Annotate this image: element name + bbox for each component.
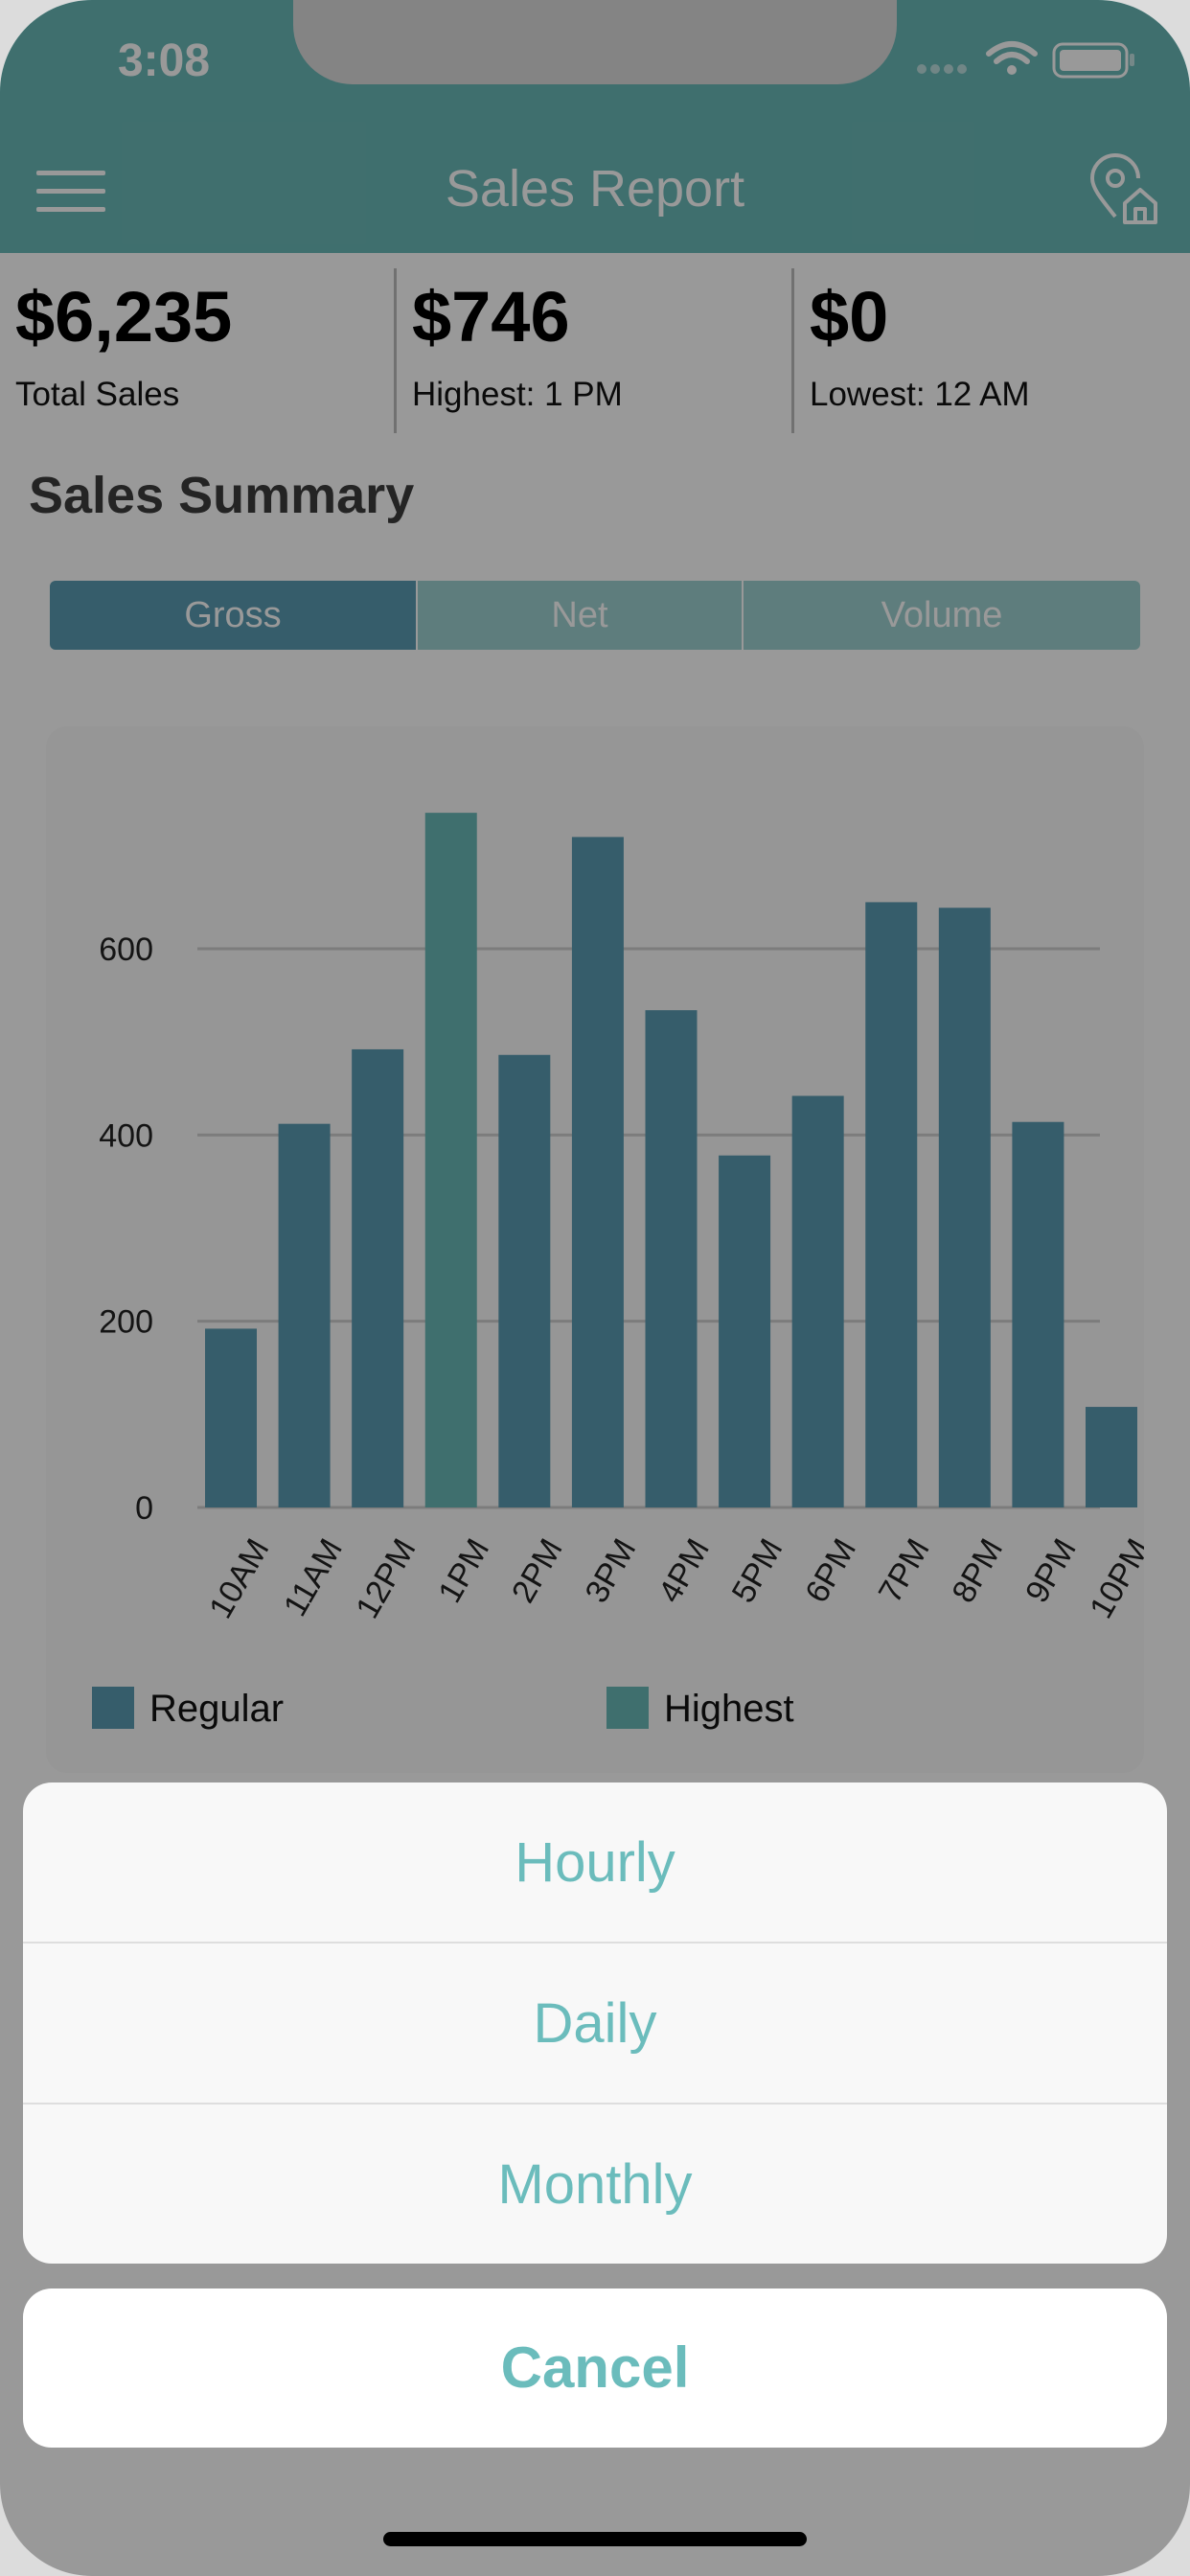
action-hourly[interactable]: Hourly [23,1782,1167,1943]
phone-screen: 3:08 Sales Report $6,235 Total Sales $74… [0,0,1190,2576]
home-indicator [383,2532,807,2546]
action-sheet: Hourly Daily Monthly [23,1782,1167,2264]
cancel-button[interactable]: Cancel [23,2288,1167,2448]
action-monthly[interactable]: Monthly [23,2104,1167,2264]
action-daily[interactable]: Daily [23,1944,1167,2104]
